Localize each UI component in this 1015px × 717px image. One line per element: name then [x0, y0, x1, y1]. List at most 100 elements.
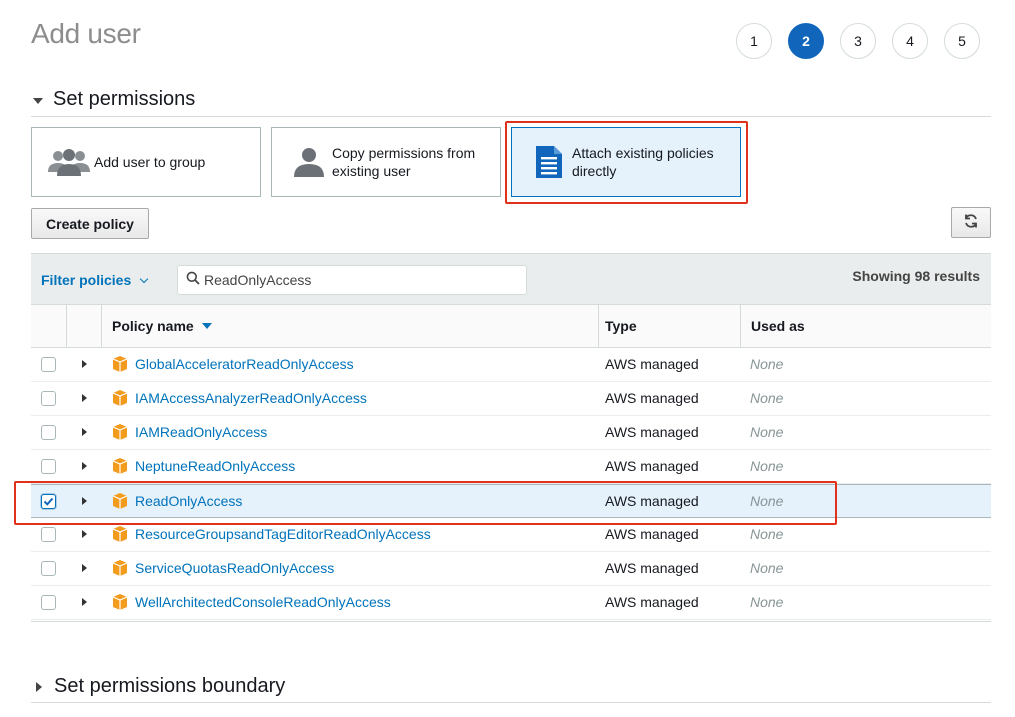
divider [31, 116, 991, 117]
step-indicator: 1 2 3 4 5 [736, 23, 996, 59]
row-checkbox[interactable] [41, 459, 56, 474]
expand-row-icon[interactable] [82, 462, 87, 470]
aws-policy-icon [111, 492, 129, 513]
policy-type: AWS managed [605, 493, 699, 509]
aws-policy-icon [111, 593, 129, 614]
user-icon [272, 146, 332, 178]
policy-name-link[interactable]: IAMReadOnlyAccess [135, 424, 267, 440]
option-copy-permissions[interactable]: Copy permissions from existing user [271, 127, 501, 197]
table-row[interactable]: ServiceQuotasReadOnlyAccess AWS managed No… [31, 552, 991, 586]
refresh-button[interactable] [951, 207, 991, 238]
table-row[interactable]: ResourceGroupsandTagEditorReadOnlyAccess… [31, 518, 991, 552]
policy-used-as: None [750, 390, 784, 406]
expand-row-icon[interactable] [82, 360, 87, 368]
expand-row-icon[interactable] [82, 530, 87, 538]
policy-name-link[interactable]: GlobalAcceleratorReadOnlyAccess [135, 356, 354, 372]
policy-used-as: None [750, 493, 784, 509]
option-label: Attach existing policies directly [572, 145, 714, 179]
step-1[interactable]: 1 [736, 23, 772, 59]
set-permissions-toggle[interactable]: Set permissions [33, 88, 195, 111]
policy-used-as: None [750, 560, 784, 576]
row-checkbox[interactable] [41, 527, 56, 542]
policy-name-link[interactable]: ResourceGroupsandTagEditorReadOnlyAccess [135, 526, 431, 542]
policy-used-as: None [750, 458, 784, 474]
policy-type: AWS managed [605, 526, 699, 542]
column-label: Policy name [112, 318, 194, 334]
expand-row-icon[interactable] [82, 497, 87, 505]
table-row[interactable]: ReadOnlyAccess AWS managed None [31, 484, 991, 518]
policy-used-as: None [750, 356, 784, 372]
row-checkbox[interactable] [41, 425, 56, 440]
table-row[interactable]: NeptuneReadOnlyAccess AWS managed None [31, 450, 991, 484]
table-row[interactable]: GlobalAcceleratorReadOnlyAccess AWS manag… [31, 348, 991, 382]
policy-used-as: None [750, 594, 784, 610]
set-permissions-boundary-toggle[interactable]: Set permissions boundary [33, 675, 285, 698]
policy-name-link[interactable]: ServiceQuotasReadOnlyAccess [135, 560, 334, 576]
option-attach-policies[interactable]: Attach existing policies directly [511, 127, 741, 197]
expand-row-icon[interactable] [82, 564, 87, 572]
header-select-col [31, 305, 67, 347]
table-header: Policy name Type Used as [31, 304, 991, 348]
policy-name-link[interactable]: ReadOnlyAccess [135, 493, 242, 509]
policy-type: AWS managed [605, 390, 699, 406]
search-icon [186, 271, 200, 290]
chevron-down-icon [140, 274, 149, 283]
section-title: Set permissions [53, 88, 196, 110]
policy-type: AWS managed [605, 356, 699, 372]
aws-policy-icon [111, 355, 129, 376]
create-policy-button[interactable]: Create policy [31, 208, 149, 239]
group-icon [32, 146, 94, 178]
policy-used-as: None [750, 526, 784, 542]
option-label: Copy permissions from existing user [332, 145, 476, 179]
policies-table: Filter policies Showing 98 results Polic… [31, 253, 991, 622]
expand-row-icon[interactable] [82, 428, 87, 436]
row-checkbox[interactable] [41, 357, 56, 372]
column-label: Type [605, 318, 637, 334]
expand-row-icon[interactable] [82, 598, 87, 606]
caret-down-icon [33, 97, 43, 104]
step-3[interactable]: 3 [840, 23, 876, 59]
column-label: Used as [751, 318, 805, 334]
section-title: Set permissions boundary [54, 675, 286, 697]
aws-policy-icon [111, 423, 129, 444]
policy-type: AWS managed [605, 560, 699, 576]
policy-type: AWS managed [605, 458, 699, 474]
row-checkbox[interactable] [41, 494, 56, 509]
sort-desc-icon [201, 323, 212, 329]
step-5[interactable]: 5 [944, 23, 980, 59]
refresh-icon [963, 213, 979, 232]
header-expand-col [67, 305, 102, 347]
row-checkbox[interactable] [41, 561, 56, 576]
step-4[interactable]: 4 [892, 23, 928, 59]
table-row[interactable]: IAMAccessAnalyzerReadOnlyAccess AWS manag… [31, 382, 991, 416]
policy-type: AWS managed [605, 594, 699, 610]
filter-label: Filter policies [41, 272, 132, 288]
results-count: Showing 98 results [852, 268, 980, 284]
page-title: Add user [31, 18, 141, 49]
option-add-user-to-group[interactable]: Add user to group [31, 127, 261, 197]
aws-policy-icon [111, 559, 129, 580]
caret-right-icon [36, 681, 42, 692]
policy-name-link[interactable]: NeptuneReadOnlyAccess [135, 458, 295, 474]
document-icon [512, 144, 572, 180]
aws-policy-icon [111, 457, 129, 478]
search-box [177, 265, 527, 295]
divider [31, 702, 991, 703]
column-policy-name[interactable]: Policy name [102, 305, 599, 347]
table-row[interactable]: WellArchitectedConsoleReadOnlyAccess AWS … [31, 586, 991, 620]
policy-type: AWS managed [605, 424, 699, 440]
table-row[interactable]: IAMReadOnlyAccess AWS managed None [31, 416, 991, 450]
option-label: Add user to group [94, 154, 206, 170]
aws-policy-icon [111, 525, 129, 546]
aws-policy-icon [111, 389, 129, 410]
search-input[interactable] [204, 272, 504, 288]
expand-row-icon[interactable] [82, 394, 87, 402]
policy-name-link[interactable]: WellArchitectedConsoleReadOnlyAccess [135, 594, 391, 610]
filter-policies-dropdown[interactable]: Filter policies [41, 272, 149, 288]
policy-name-link[interactable]: IAMAccessAnalyzerReadOnlyAccess [135, 390, 367, 406]
row-checkbox[interactable] [41, 595, 56, 610]
step-2[interactable]: 2 [788, 23, 824, 59]
row-checkbox[interactable] [41, 391, 56, 406]
column-used-as[interactable]: Used as [741, 305, 991, 347]
column-type[interactable]: Type [599, 305, 741, 347]
